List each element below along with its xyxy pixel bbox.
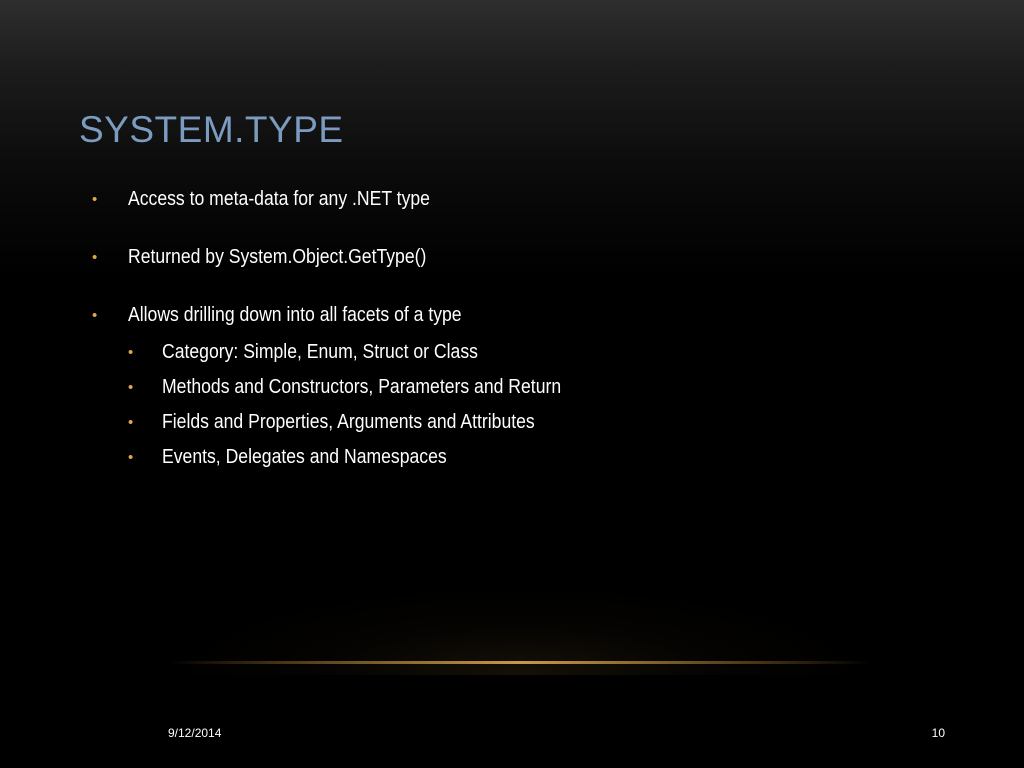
sub-bullet-item: • Fields and Properties, Arguments and A… xyxy=(128,405,852,440)
sub-bullet-list: • Category: Simple, Enum, Struct or Clas… xyxy=(128,335,852,475)
bullet-text: Returned by System.Object.GetType() xyxy=(128,246,427,268)
sub-bullet-item: • Events, Delegates and Namespaces xyxy=(128,440,852,475)
bullet-item: • Returned by System.Object.GetType() xyxy=(92,242,852,273)
bullet-icon: • xyxy=(128,344,134,361)
bullet-text: Allows drilling down into all facets of … xyxy=(128,304,462,326)
sub-bullet-text: Methods and Constructors, Parameters and… xyxy=(162,376,562,398)
footer-date: 9/12/2014 xyxy=(168,726,222,740)
bullet-icon: • xyxy=(92,191,98,208)
slide: SYSTEM.TYPE • Access to meta-data for an… xyxy=(0,0,1024,768)
sub-bullet-text: Fields and Properties, Arguments and Att… xyxy=(162,411,535,433)
bullet-item: • Allows drilling down into all facets o… xyxy=(92,300,852,475)
slide-number: 10 xyxy=(931,726,945,740)
sub-bullet-item: • Category: Simple, Enum, Struct or Clas… xyxy=(128,335,852,370)
slide-body: • Access to meta-data for any .NET type … xyxy=(92,184,852,475)
sub-bullet-text: Category: Simple, Enum, Struct or Class xyxy=(162,341,478,363)
slide-title: SYSTEM.TYPE xyxy=(79,109,344,150)
bullet-icon: • xyxy=(92,249,98,266)
bullet-icon: • xyxy=(128,449,134,466)
bullet-text: Access to meta-data for any .NET type xyxy=(128,188,430,210)
bullet-list: • Access to meta-data for any .NET type … xyxy=(92,184,852,475)
bullet-icon: • xyxy=(128,414,134,431)
sub-bullet-item: • Methods and Constructors, Parameters a… xyxy=(128,370,852,405)
sub-bullet-text: Events, Delegates and Namespaces xyxy=(162,446,447,468)
accent-divider xyxy=(170,661,870,664)
bullet-item: • Access to meta-data for any .NET type xyxy=(92,184,852,215)
bullet-icon: • xyxy=(128,379,134,396)
bullet-icon: • xyxy=(92,307,98,324)
